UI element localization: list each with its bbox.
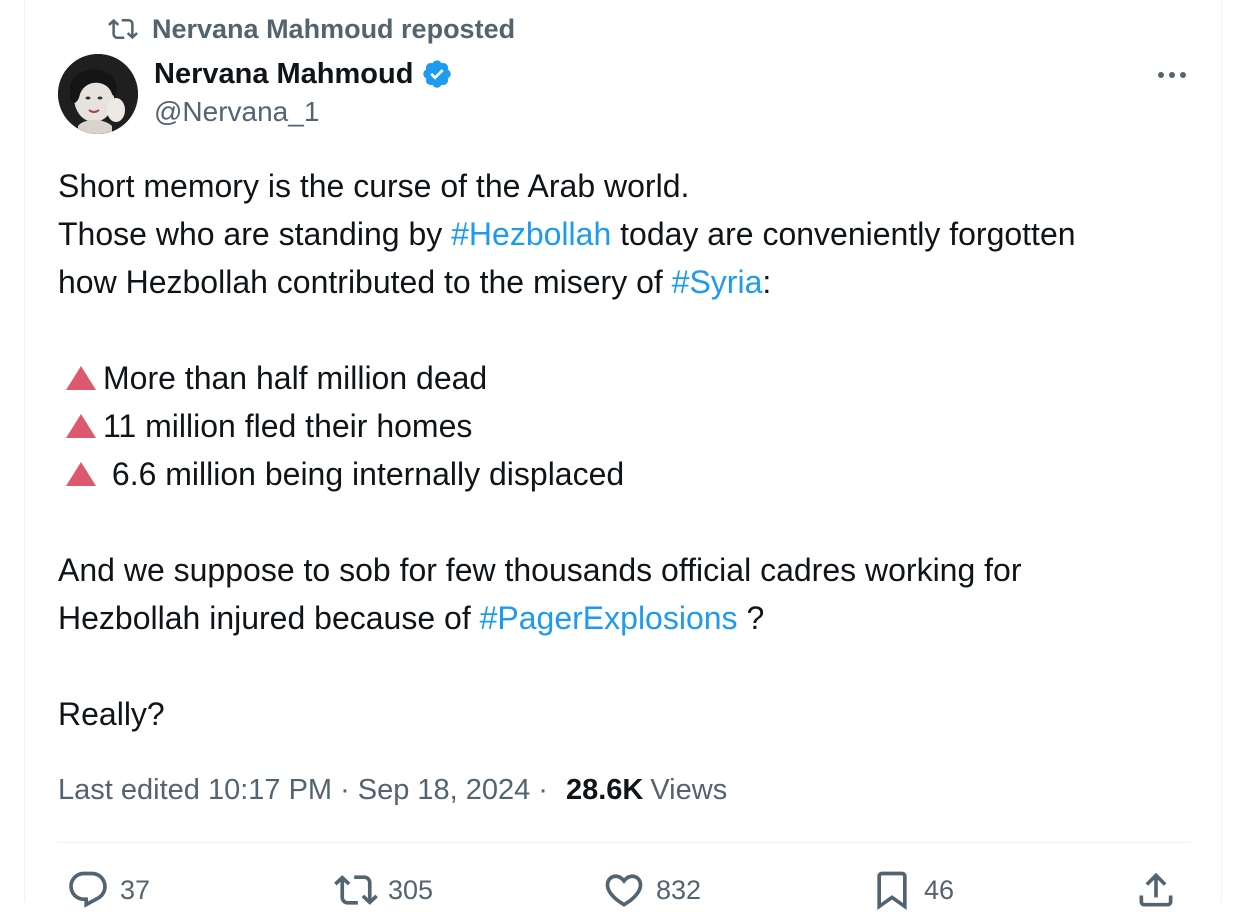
bullet-text: 11 million fled their homes — [103, 408, 473, 444]
repost-label: Nervana Mahmoud reposted — [152, 13, 516, 44]
avatar[interactable] — [58, 54, 138, 134]
more-dot — [1158, 72, 1164, 78]
more-dot — [1169, 72, 1175, 78]
red-triangle-icon — [66, 414, 96, 438]
tweet-line: Hezbollah injured because of #PagerExplo… — [58, 594, 1198, 642]
views-count: 28.6K — [565, 773, 644, 806]
divider — [58, 842, 1190, 843]
repost-count: 305 — [388, 874, 434, 905]
like-button[interactable]: 832 — [602, 868, 701, 912]
edited-timestamp[interactable]: Last edited 10:17 PM — [58, 774, 332, 807]
text-segment: how Hezbollah contributed to the misery … — [58, 264, 672, 300]
bullet-item: 11 million fled their homes — [58, 402, 1198, 450]
share-button[interactable] — [1134, 868, 1178, 912]
repost-button[interactable]: 305 — [334, 868, 433, 912]
bullet-text: More than half million dead — [103, 360, 488, 396]
repost-indicator[interactable]: Nervana Mahmoud reposted — [108, 12, 515, 46]
reply-icon — [69, 871, 107, 908]
views-label: Views — [650, 773, 728, 806]
tweet-line: Short memory is the curse of the Arab wo… — [58, 168, 690, 204]
text-segment: : — [762, 264, 772, 300]
tweet-line: how Hezbollah contributed to the misery … — [58, 258, 1198, 306]
action-bar: 37 305 832 46 — [58, 868, 1198, 911]
more-dot — [1180, 72, 1186, 78]
bookmark-button[interactable]: 46 — [870, 868, 954, 912]
avatar-photo — [58, 54, 138, 134]
red-triangle-icon — [66, 366, 96, 390]
bullet-item: 6.6 million being internally displaced — [58, 450, 1198, 498]
text-segment: today are conveniently forgotten — [611, 216, 1076, 252]
text-segment: ? — [737, 600, 765, 636]
tweet-date[interactable]: Sep 18, 2024 — [358, 774, 531, 807]
bookmark-icon — [877, 871, 907, 911]
hashtag-syria[interactable]: #Syria — [672, 264, 763, 300]
author-name[interactable]: Nervana Mahmoud — [154, 58, 413, 91]
hashtag-hezbollah[interactable]: #Hezbollah — [451, 216, 611, 252]
heart-icon — [605, 874, 643, 907]
reply-count: 37 — [120, 874, 151, 905]
tweet-meta: Last edited 10:17 PM · Sep 18, 2024 · 28… — [58, 770, 727, 810]
reply-button[interactable]: 37 — [66, 868, 150, 912]
like-count: 832 — [656, 874, 702, 905]
tweet-line: Those who are standing by #Hezbollah tod… — [58, 210, 1198, 258]
bullet-item: More than half million dead — [58, 354, 1198, 402]
more-options-button[interactable] — [1152, 60, 1192, 90]
bookmark-count: 46 — [924, 874, 955, 905]
repost-icon — [334, 875, 378, 905]
author-block: Nervana Mahmoud @Nervana_1 — [154, 54, 453, 128]
bullet-text: 6.6 million being internally displaced — [103, 456, 625, 492]
tweet-line: And we suppose to sob for few thousands … — [58, 552, 1022, 588]
repost-icon — [108, 18, 138, 40]
text-segment: Hezbollah injured because of — [58, 600, 480, 636]
tweet-line: Really? — [58, 696, 165, 732]
tweet-text: Short memory is the curse of the Arab wo… — [58, 162, 1198, 738]
share-icon — [1139, 872, 1173, 907]
hashtag-pagerexplosions[interactable]: #PagerExplosions — [480, 600, 738, 636]
separator: · — [340, 773, 350, 806]
verified-badge-icon[interactable] — [421, 58, 453, 90]
author-handle[interactable]: @Nervana_1 — [154, 96, 453, 128]
separator: · — [538, 773, 548, 806]
red-triangle-icon — [66, 462, 96, 486]
text-segment: Those who are standing by — [58, 216, 452, 252]
